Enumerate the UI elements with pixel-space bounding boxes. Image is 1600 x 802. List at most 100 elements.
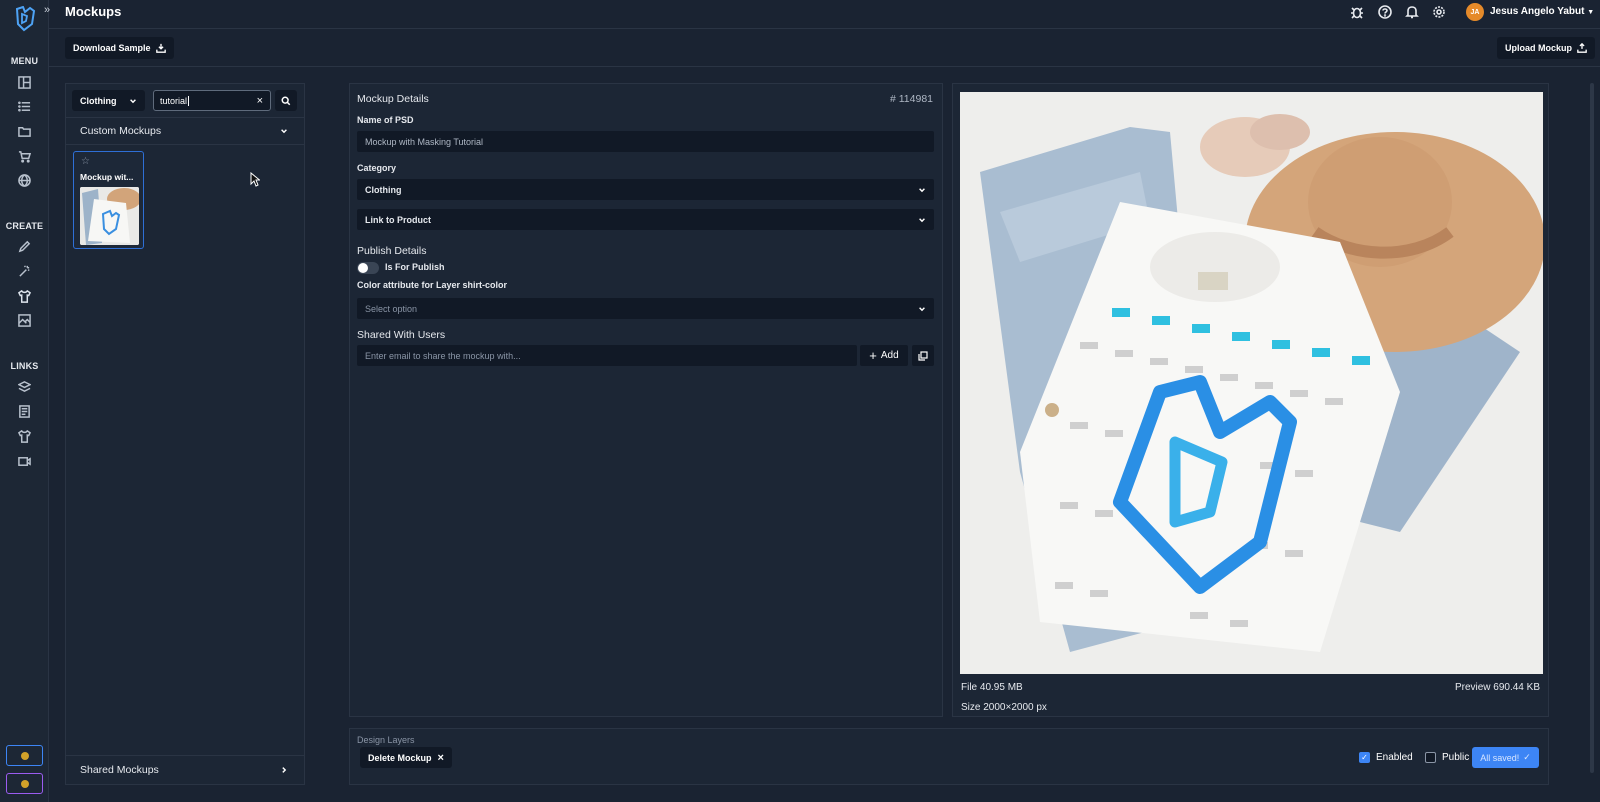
save-status-button[interactable]: All saved! ✓ (1472, 747, 1539, 768)
shirt-link-icon[interactable] (16, 428, 33, 445)
check-icon: ✓ (1523, 752, 1531, 762)
page-title: Mockups (65, 4, 122, 19)
mockup-thumbnail-name: Mockup wit... (80, 172, 134, 182)
category-label: Category (357, 163, 397, 173)
mockup-preview-panel: File 40.95 MB Preview 690.44 KB Size 200… (952, 83, 1549, 717)
globe-icon[interactable] (16, 172, 33, 189)
page-scrollbar[interactable] (1590, 83, 1594, 773)
user-name: Jesus Angelo Yabut (1490, 6, 1585, 17)
public-label: Public (1442, 752, 1470, 763)
create-section-label: CREATE (5, 221, 44, 231)
status-dot (20, 779, 29, 788)
link-to-product-select[interactable]: Link to Product (357, 209, 934, 230)
app-logo-icon[interactable] (14, 6, 36, 32)
dashboard-icon[interactable] (16, 74, 33, 91)
copy-icon (918, 350, 928, 361)
pencil-icon[interactable] (16, 238, 33, 255)
shared-mockups-group[interactable]: Shared Mockups (66, 755, 304, 783)
publish-details-heading: Publish Details (357, 245, 427, 257)
design-layers-heading: Design Layers (357, 735, 415, 745)
upload-mockup-label: Upload Mockup (1505, 43, 1572, 53)
sub-toolbar: Download Sample Upload Mockup (49, 29, 1600, 67)
mockup-details-panel: Mockup Details # 114981 Name of PSD Mock… (349, 83, 943, 717)
status-button-1[interactable] (6, 745, 43, 766)
category-filter-select[interactable]: Clothing (72, 90, 145, 111)
preview-size-text: Preview 690.44 KB (1454, 682, 1540, 693)
name-of-psd-label: Name of PSD (357, 115, 414, 125)
bottom-action-bar: Design Layers Delete Mockup × ✓ Enabled … (349, 728, 1549, 785)
is-for-publish-label: Is For Publish (385, 262, 445, 272)
shared-with-users-heading: Shared With Users (357, 329, 446, 341)
list-icon[interactable] (16, 98, 33, 115)
delete-mockup-button[interactable]: Delete Mockup × (360, 747, 452, 768)
menu-section-label: MENU (10, 56, 39, 66)
folder-icon[interactable] (16, 123, 33, 140)
layers-icon[interactable] (16, 378, 33, 395)
chevron-down-icon (919, 217, 925, 222)
custom-mockups-group[interactable]: Custom Mockups (66, 117, 304, 145)
favorite-star-icon[interactable]: ☆ (81, 156, 90, 167)
plus-icon: + (869, 348, 877, 363)
document-icon[interactable] (16, 403, 33, 420)
chevron-down-icon (919, 187, 925, 192)
add-user-button[interactable]: + Add (860, 345, 908, 366)
search-input-value: tutorial (160, 95, 188, 106)
download-sample-label: Download Sample (73, 43, 151, 53)
enabled-label: Enabled (1376, 752, 1413, 763)
chevron-down-icon (281, 129, 287, 134)
save-status-label: All saved! (1480, 752, 1520, 763)
mockup-details-heading: Mockup Details (357, 93, 429, 105)
user-avatar[interactable]: JA (1466, 3, 1484, 21)
status-button-2[interactable] (6, 773, 43, 794)
dimensions-text: Size 2000×2000 px (961, 702, 1047, 713)
video-icon[interactable] (16, 453, 33, 470)
name-of-psd-input[interactable]: Mockup with Masking Tutorial (357, 131, 934, 152)
cart-icon[interactable] (16, 148, 33, 165)
upload-mockup-button[interactable]: Upload Mockup (1497, 37, 1595, 59)
mockup-id: # 114981 (889, 93, 933, 105)
name-of-psd-value: Mockup with Masking Tutorial (365, 136, 484, 147)
bell-icon[interactable] (1405, 5, 1421, 21)
category-select[interactable]: Clothing (357, 179, 934, 200)
color-attribute-label: Color attribute for Layer shirt-color (357, 280, 508, 290)
search-button[interactable] (275, 90, 297, 111)
links-section-label: LINKS (10, 361, 39, 371)
bug-icon[interactable] (1350, 5, 1366, 21)
search-icon (281, 96, 291, 105)
category-filter-value: Clothing (80, 95, 117, 106)
mockup-thumbnail-card[interactable]: ☆ Mockup wit... (73, 151, 144, 249)
public-checkbox[interactable] (1425, 752, 1436, 763)
color-attribute-value: Select option (365, 303, 418, 314)
shared-mockups-label: Shared Mockups (80, 763, 159, 776)
link-to-product-label: Link to Product (365, 214, 431, 225)
is-for-publish-toggle[interactable] (357, 262, 379, 274)
close-icon: × (437, 751, 444, 764)
download-sample-button[interactable]: Download Sample (65, 37, 174, 59)
user-menu[interactable]: Jesus Angelo Yabut ▼ (1490, 6, 1594, 17)
gallery-icon[interactable] (16, 312, 33, 329)
chevron-down-icon (130, 98, 136, 103)
help-icon[interactable] (1378, 5, 1394, 21)
copy-button[interactable] (912, 345, 934, 366)
category-value: Clothing (365, 184, 402, 195)
chevron-right-icon (282, 766, 287, 773)
search-input[interactable]: tutorial × (153, 90, 271, 111)
clear-search-icon[interactable]: × (257, 95, 263, 107)
add-user-label: Add (880, 350, 899, 361)
delete-mockup-label: Delete Mockup (368, 752, 432, 763)
mockup-preview-image (960, 92, 1543, 674)
settings-gear-icon[interactable] (1432, 5, 1448, 21)
mockup-thumbnail-image (80, 187, 139, 245)
tshirt-icon[interactable] (16, 288, 33, 305)
upload-icon (1577, 43, 1587, 53)
chevron-down-icon (919, 306, 925, 311)
magic-wand-icon[interactable] (16, 263, 33, 280)
left-rail: » MENU CREATE LINKS (0, 0, 50, 802)
share-email-input[interactable]: Enter email to share the mockup with... (357, 345, 857, 366)
status-dot (20, 751, 29, 760)
top-bar: Mockups JA Jesus Angelo Yabut ▼ (49, 0, 1600, 29)
color-attribute-select[interactable]: Select option (357, 298, 934, 319)
enabled-checkbox[interactable]: ✓ (1359, 752, 1370, 763)
mouse-cursor-icon (250, 172, 260, 187)
file-size-text: File 40.95 MB (961, 682, 1023, 693)
